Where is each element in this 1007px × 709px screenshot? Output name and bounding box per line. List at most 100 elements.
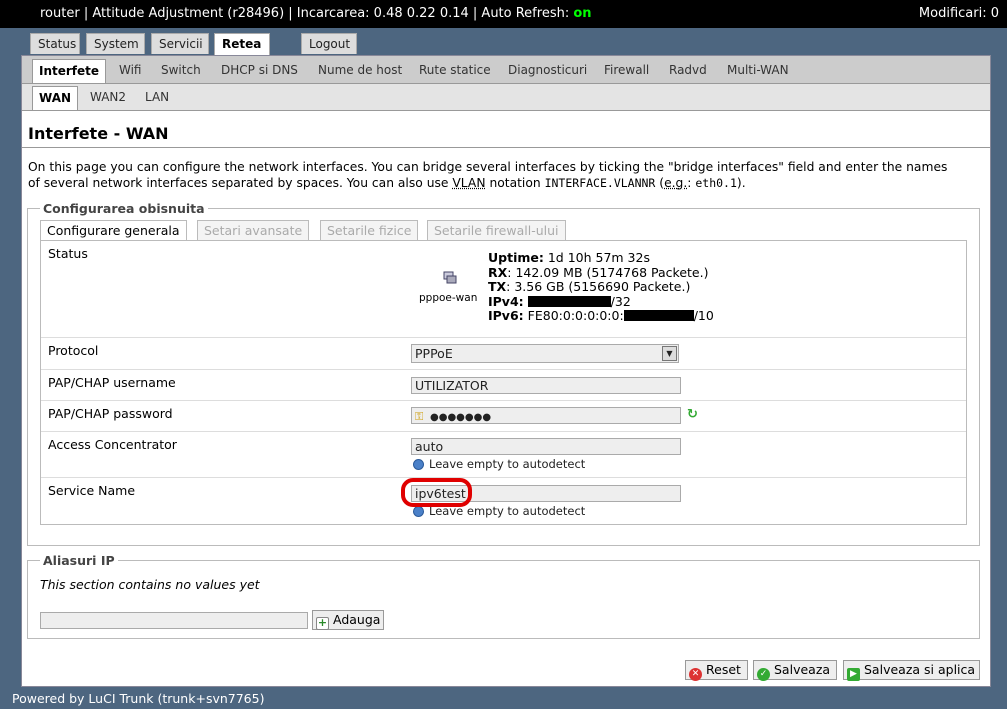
save-apply-icon: ▶ xyxy=(847,668,860,681)
changes-counter[interactable]: Modificari: 0 xyxy=(919,0,999,28)
password-masked-value: ●●●●●●● xyxy=(430,412,492,423)
highlight-circle xyxy=(401,478,472,507)
ipv6-prefix: FE80:0:0:0:0:0: xyxy=(527,308,624,323)
ipv4-redacted xyxy=(527,295,611,307)
tab-physical-settings[interactable]: Setarile fizice xyxy=(320,220,419,241)
ac-hint: Leave empty to autodetect xyxy=(413,457,585,471)
subtab-wan[interactable]: WAN xyxy=(32,86,79,110)
ipv6-redacted xyxy=(623,310,694,321)
general-config-panel: Status pppoe-wan Uptime: 1d 10h 57m 32s … xyxy=(40,240,967,525)
key-icon: ⚿ xyxy=(415,410,424,423)
subtab-wifi[interactable]: Wifi xyxy=(113,59,148,81)
eg-abbr: e.g. xyxy=(664,176,688,190)
rx-label: RX xyxy=(488,264,508,280)
tab-system[interactable]: System xyxy=(86,33,145,54)
status-row: Status pppoe-wan Uptime: 1d 10h 57m 32s … xyxy=(41,241,966,338)
subtab-firewall[interactable]: Firewall xyxy=(598,59,655,81)
save-button[interactable]: ✓ Salveaza xyxy=(753,660,837,681)
info-icon xyxy=(413,506,424,517)
ipv4-label: IPv4: xyxy=(488,293,524,309)
ipv6-suffix: /10 xyxy=(693,308,714,323)
alias-empty-text: This section contains no values yet xyxy=(40,577,260,592)
top-status-bar: router | Attitude Adjustment (r28496) | … xyxy=(0,0,1007,28)
access-concentrator-input[interactable]: auto xyxy=(411,438,681,455)
status-label: Status xyxy=(48,246,88,261)
subtab-static-routes[interactable]: Rute statice xyxy=(413,59,497,81)
protocol-row: Protocol PPPoE ▼ xyxy=(41,338,966,370)
save-label: Salveaza xyxy=(774,662,831,677)
tab-services[interactable]: Servicii xyxy=(151,33,209,54)
access-concentrator-row: Access Concentrator auto Leave empty to … xyxy=(41,432,966,478)
access-concentrator-label: Access Concentrator xyxy=(48,437,177,452)
save-apply-button[interactable]: ▶ Salveaza si aplica xyxy=(843,660,980,681)
ip-alias-legend: Aliasuri IP xyxy=(40,553,118,568)
password-label: PAP/CHAP password xyxy=(48,406,173,421)
ipv6-label: IPv6: xyxy=(488,308,524,323)
add-alias-label: Adauga xyxy=(333,612,381,627)
service-name-row: Service Name ipv6test Leave empty to aut… xyxy=(41,478,966,524)
save-icon: ✓ xyxy=(757,668,770,681)
subtab-diagnostics[interactable]: Diagnosticuri xyxy=(502,59,593,81)
subtab-switch[interactable]: Switch xyxy=(155,59,207,81)
username-label: PAP/CHAP username xyxy=(48,375,176,390)
reset-button[interactable]: ✕ Reset xyxy=(685,660,748,681)
tab-advanced-settings[interactable]: Setari avansate xyxy=(197,220,310,241)
tx-value: : 3.56 GB (5156690 Packete.) xyxy=(506,279,691,294)
page-title: Interfete - WAN xyxy=(28,124,169,143)
code-interface-vlan: INTERFACE.VLANNR xyxy=(544,176,656,190)
ac-hint-text: Leave empty to autodetect xyxy=(429,457,586,471)
system-info: router | Attitude Adjustment (r28496) | … xyxy=(40,0,592,28)
subtab-hostnames[interactable]: Nume de host xyxy=(312,59,408,81)
alias-name-input[interactable] xyxy=(40,612,308,629)
tab-network[interactable]: Retea xyxy=(214,33,270,55)
subtab-dhcp-dns[interactable]: DHCP si DNS xyxy=(215,59,304,81)
password-input[interactable]: ⚿ ●●●●●●● xyxy=(411,407,681,424)
protocol-select[interactable]: PPPoE ▼ xyxy=(411,344,679,363)
system-info-text: router | Attitude Adjustment (r28496) | … xyxy=(40,6,574,21)
desc-line-1: On this page you can configure the netwo… xyxy=(28,160,948,174)
status-details: Uptime: 1d 10h 57m 32s RX: 142.09 MB (51… xyxy=(488,250,714,324)
subtab-lan[interactable]: LAN xyxy=(139,86,175,108)
subtab-wan2[interactable]: WAN2 xyxy=(84,86,132,108)
subtab-radvd[interactable]: Radvd xyxy=(663,59,713,81)
vlan-abbr: VLAN xyxy=(452,176,486,190)
info-icon xyxy=(413,459,424,470)
footer-text: Powered by LuCI Trunk (trunk+svn7765) xyxy=(12,691,265,706)
desc-text: of several network interfaces separated … xyxy=(28,176,453,190)
add-alias-button[interactable]: + Adauga xyxy=(312,610,384,630)
network-submenu: Interfete Wifi Switch DHCP si DNS Nume d… xyxy=(22,56,990,84)
save-apply-label: Salveaza si aplica xyxy=(864,662,976,677)
title-divider xyxy=(22,147,990,148)
subtab-interfaces[interactable]: Interfete xyxy=(32,59,107,83)
uptime-label: Uptime: xyxy=(488,250,544,265)
password-row: PAP/CHAP password ⚿ ●●●●●●● ↻ xyxy=(41,401,966,432)
tab-status[interactable]: Status xyxy=(30,33,80,54)
username-row: PAP/CHAP username UTILIZATOR xyxy=(41,370,966,401)
subtab-multiwan[interactable]: Multi-WAN xyxy=(721,59,795,81)
tab-firewall-settings[interactable]: Setarile firewall-ului xyxy=(427,220,566,241)
add-icon: + xyxy=(316,616,329,630)
desc-text: ( xyxy=(655,176,665,190)
network-interface-icon xyxy=(443,271,457,288)
code-eth0-1: eth0.1 xyxy=(695,176,737,190)
tab-general-setup[interactable]: Configurare generala xyxy=(40,220,187,242)
service-name-label: Service Name xyxy=(48,483,136,498)
tx-label: TX xyxy=(488,279,507,294)
username-input[interactable]: UTILIZATOR xyxy=(411,377,681,394)
reset-label: Reset xyxy=(706,662,741,677)
chevron-down-icon[interactable]: ▼ xyxy=(662,346,677,361)
uptime-value: 1d 10h 57m 32s xyxy=(547,250,650,265)
reveal-password-icon[interactable]: ↻ xyxy=(687,407,698,422)
interface-submenu: WAN WAN2 LAN xyxy=(22,84,990,111)
rx-value: : 142.09 MB (5174768 Packete.) xyxy=(507,264,709,280)
protocol-selected-value: PPPoE xyxy=(415,346,453,361)
auto-refresh-toggle[interactable]: on xyxy=(573,6,591,21)
general-config-legend: Configurarea obisnuita xyxy=(40,201,208,216)
protocol-label: Protocol xyxy=(48,343,99,358)
iface-name: pppoe-wan xyxy=(419,292,478,304)
page-description: On this page you can configure the netwo… xyxy=(28,159,978,191)
desc-text: ). xyxy=(736,176,746,190)
reset-icon: ✕ xyxy=(689,668,702,681)
desc-text: notation xyxy=(485,176,545,190)
tab-logout[interactable]: Logout xyxy=(301,33,357,54)
